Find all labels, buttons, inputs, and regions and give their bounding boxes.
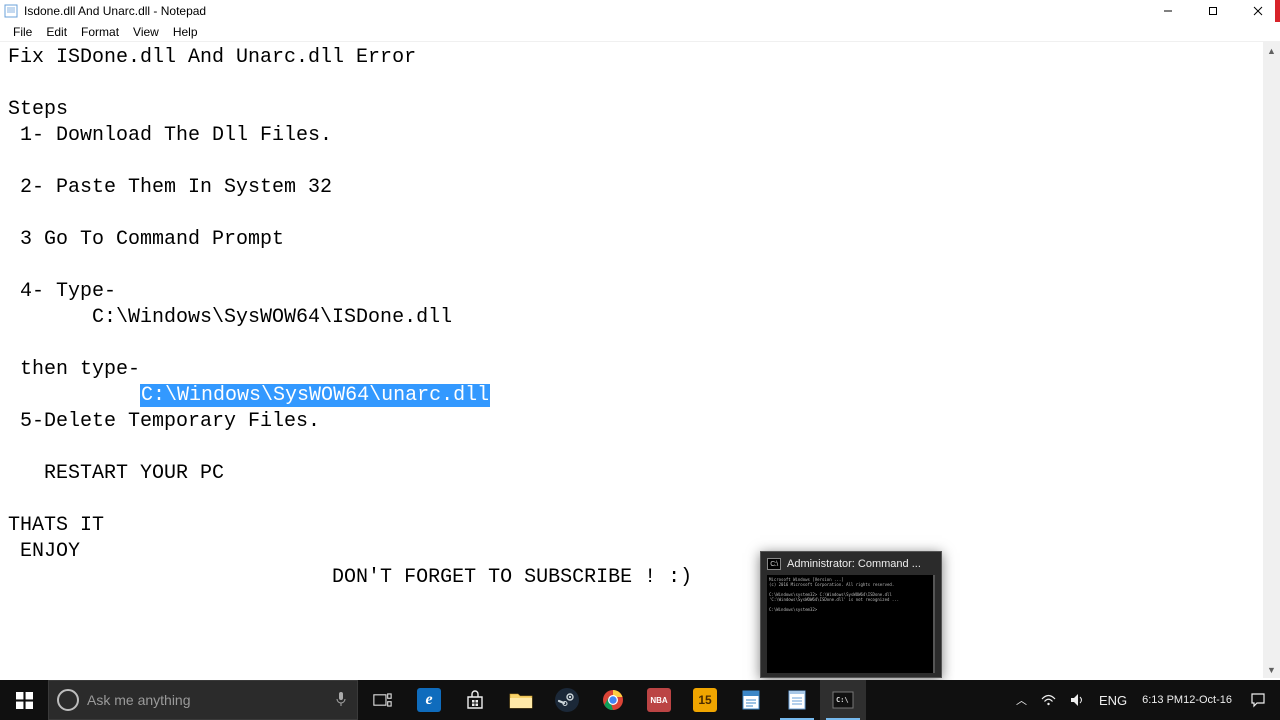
scroll-down-icon[interactable]: ▼	[1263, 661, 1280, 678]
clock-date: 12-Oct-16	[1183, 694, 1232, 707]
menu-help[interactable]: Help	[166, 23, 205, 41]
store-icon	[463, 688, 487, 712]
thumbnail-content: Microsoft Windows [Version ...] (c) 2016…	[767, 575, 933, 614]
taskbar-app-file-explorer[interactable]	[498, 680, 544, 720]
window-controls	[1145, 0, 1280, 22]
mic-icon[interactable]	[335, 691, 347, 710]
taskbar-app-edge[interactable]: e	[406, 680, 452, 720]
cmd-icon: C:\	[767, 558, 781, 570]
cortana-icon	[57, 689, 79, 711]
network-icon[interactable]	[1034, 680, 1063, 720]
maximize-button[interactable]	[1190, 0, 1235, 22]
notepad-icon	[4, 4, 18, 18]
action-center-button[interactable]	[1240, 680, 1276, 720]
notepad-icon	[785, 688, 809, 712]
window-title: Isdone.dll And Unarc.dll - Notepad	[24, 4, 206, 18]
taskbar-app-notepad[interactable]	[774, 680, 820, 720]
taskbar-apps: e NBA 15 C:\	[406, 680, 866, 720]
menu-edit[interactable]: Edit	[39, 23, 74, 41]
clock[interactable]: 6:13 PM 12-Oct-16	[1134, 680, 1240, 720]
search-box[interactable]: Ask me anything	[48, 680, 358, 720]
text-area[interactable]: Fix ISDone.dll And Unarc.dll Error Steps…	[0, 42, 1280, 677]
taskbar-app-cmd[interactable]: C:\	[820, 680, 866, 720]
titlebar: Isdone.dll And Unarc.dll - Notepad	[0, 0, 1280, 22]
search-placeholder: Ask me anything	[87, 692, 191, 708]
menu-format[interactable]: Format	[74, 23, 126, 41]
taskbar-app-fifteen[interactable]: 15	[682, 680, 728, 720]
language-indicator[interactable]: ENG	[1092, 680, 1134, 720]
taskbar: Ask me anything e NBA 15 C:\ ︿ ENG 6:13 PM …	[0, 680, 1280, 720]
tray-overflow-button[interactable]: ︿	[1009, 680, 1034, 720]
task-view-icon	[373, 692, 392, 708]
menu-file[interactable]: File	[6, 23, 39, 41]
thumbnail-header: C:\ Administrator: Command ...	[767, 558, 935, 570]
minimize-button[interactable]	[1145, 0, 1190, 22]
scroll-up-icon[interactable]: ▲	[1263, 42, 1280, 59]
edge-icon: e	[417, 688, 441, 712]
taskbar-app-steam[interactable]	[544, 680, 590, 720]
taskbar-app-store[interactable]	[452, 680, 498, 720]
menu-view[interactable]: View	[126, 23, 166, 41]
volume-icon[interactable]	[1063, 680, 1092, 720]
clock-time: 6:13 PM	[1142, 694, 1183, 707]
task-view-button[interactable]	[358, 680, 406, 720]
taskbar-app-wordpad[interactable]	[728, 680, 774, 720]
file-explorer-icon	[509, 688, 533, 712]
cmd-icon: C:\	[831, 688, 855, 712]
background-app-sliver	[1275, 0, 1280, 22]
chrome-icon	[601, 688, 625, 712]
windows-icon	[16, 692, 33, 709]
start-button[interactable]	[0, 680, 48, 720]
taskbar-app-nba[interactable]: NBA	[636, 680, 682, 720]
wordpad-icon	[739, 688, 763, 712]
close-button[interactable]	[1235, 0, 1280, 22]
thumbnail-title: Administrator: Command ...	[787, 558, 921, 570]
taskbar-thumbnail-preview[interactable]: C:\ Administrator: Command ... Microsoft…	[760, 551, 942, 678]
nba-icon: NBA	[647, 688, 671, 712]
fifteen-icon: 15	[693, 688, 717, 712]
steam-icon	[555, 688, 579, 712]
taskbar-app-chrome[interactable]	[590, 680, 636, 720]
svg-text:C:\: C:\	[836, 696, 849, 704]
vertical-scrollbar[interactable]: ▲ ▼	[1263, 42, 1280, 678]
thumbnail-body[interactable]: Microsoft Windows [Version ...] (c) 2016…	[767, 575, 935, 673]
system-tray: ︿ ENG 6:13 PM 12-Oct-16	[1009, 680, 1280, 720]
menubar: File Edit Format View Help	[0, 22, 1280, 42]
